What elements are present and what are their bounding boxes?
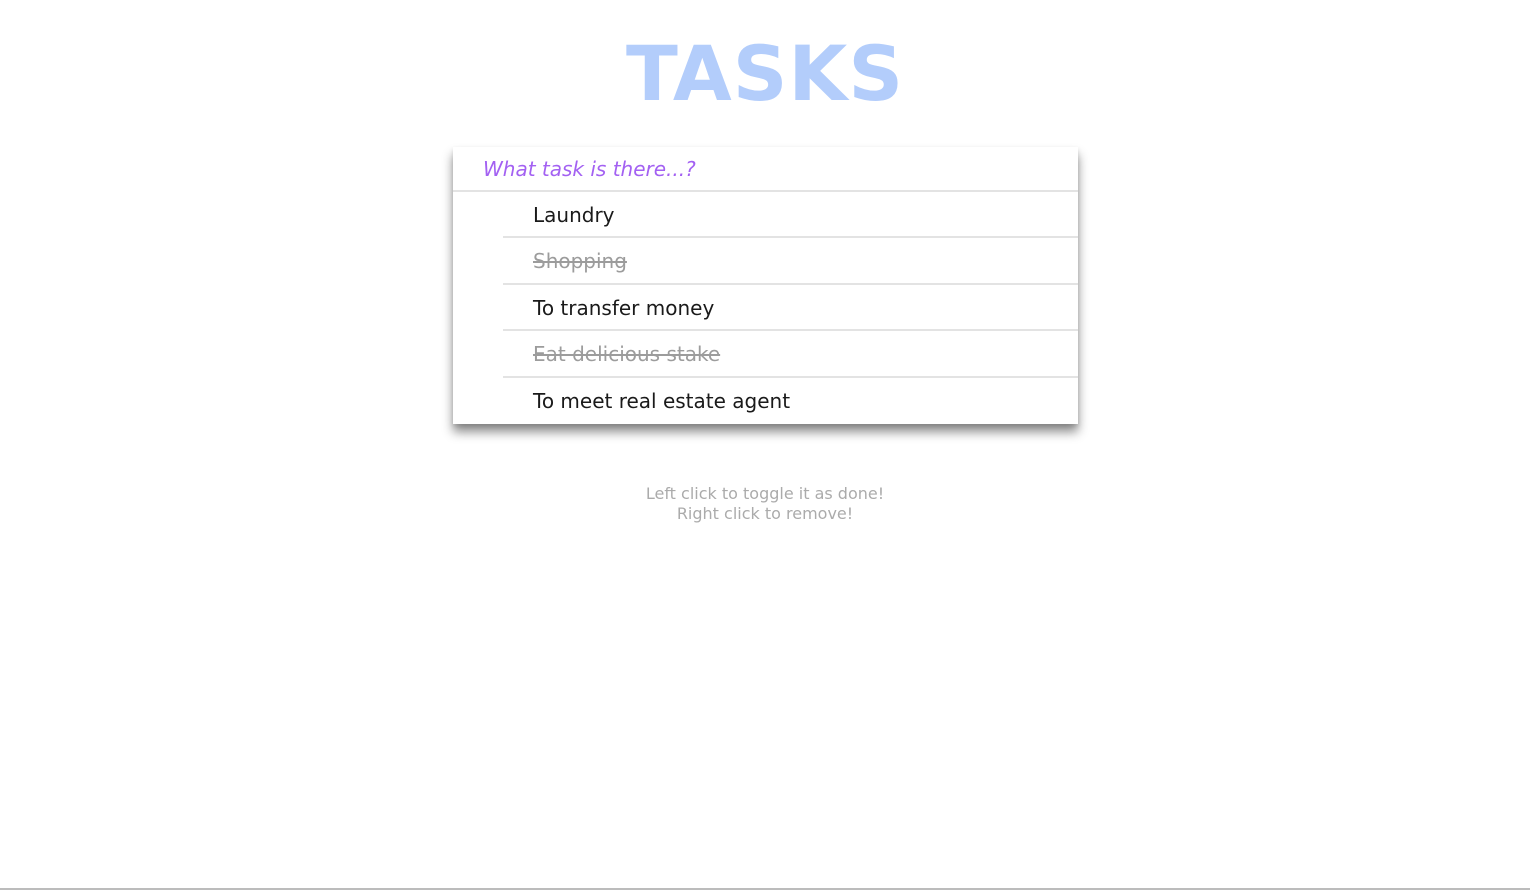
task-card: Laundry Shopping To transfer money Eat d… [453, 147, 1078, 424]
instructions: Left click to toggle it as done! Right c… [0, 484, 1530, 524]
task-item[interactable]: To meet real estate agent [503, 378, 1078, 424]
task-item[interactable]: Laundry [503, 192, 1078, 239]
task-item[interactable]: Shopping [503, 238, 1078, 285]
task-list: Laundry Shopping To transfer money Eat d… [453, 192, 1078, 424]
hint-remove: Right click to remove! [676, 504, 854, 523]
page-title: TASKS [625, 29, 905, 118]
new-task-input[interactable] [453, 147, 1078, 192]
task-item[interactable]: To transfer money [503, 285, 1078, 332]
hint-toggle: Left click to toggle it as done! [645, 484, 885, 503]
task-item[interactable]: Eat delicious stake [503, 331, 1078, 378]
